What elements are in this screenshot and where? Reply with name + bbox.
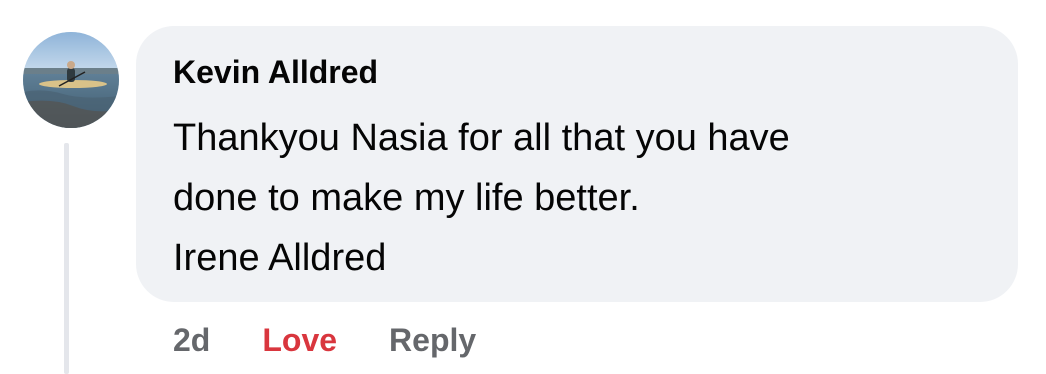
comment-actions: 2d Love Reply xyxy=(173,318,476,362)
comment-text-line: Irene Alldred xyxy=(173,237,387,279)
comment-author-name[interactable]: Kevin Alldred xyxy=(173,54,378,91)
comment-text-line: done to make my life better. xyxy=(173,177,640,219)
reply-thread-line xyxy=(64,143,69,374)
comment-text: Thankyou Nasia for all that you have don… xyxy=(173,108,993,288)
comment-bubble: Kevin Alldred Thankyou Nasia for all tha… xyxy=(136,26,1018,302)
avatar[interactable] xyxy=(23,32,119,128)
avatar-photo-icon xyxy=(23,32,119,128)
comment-text-line: Thankyou Nasia for all that you have xyxy=(173,117,790,159)
reply-button[interactable]: Reply xyxy=(389,322,476,359)
love-reaction-button[interactable]: Love xyxy=(262,322,337,359)
comment-timestamp[interactable]: 2d xyxy=(173,322,210,359)
